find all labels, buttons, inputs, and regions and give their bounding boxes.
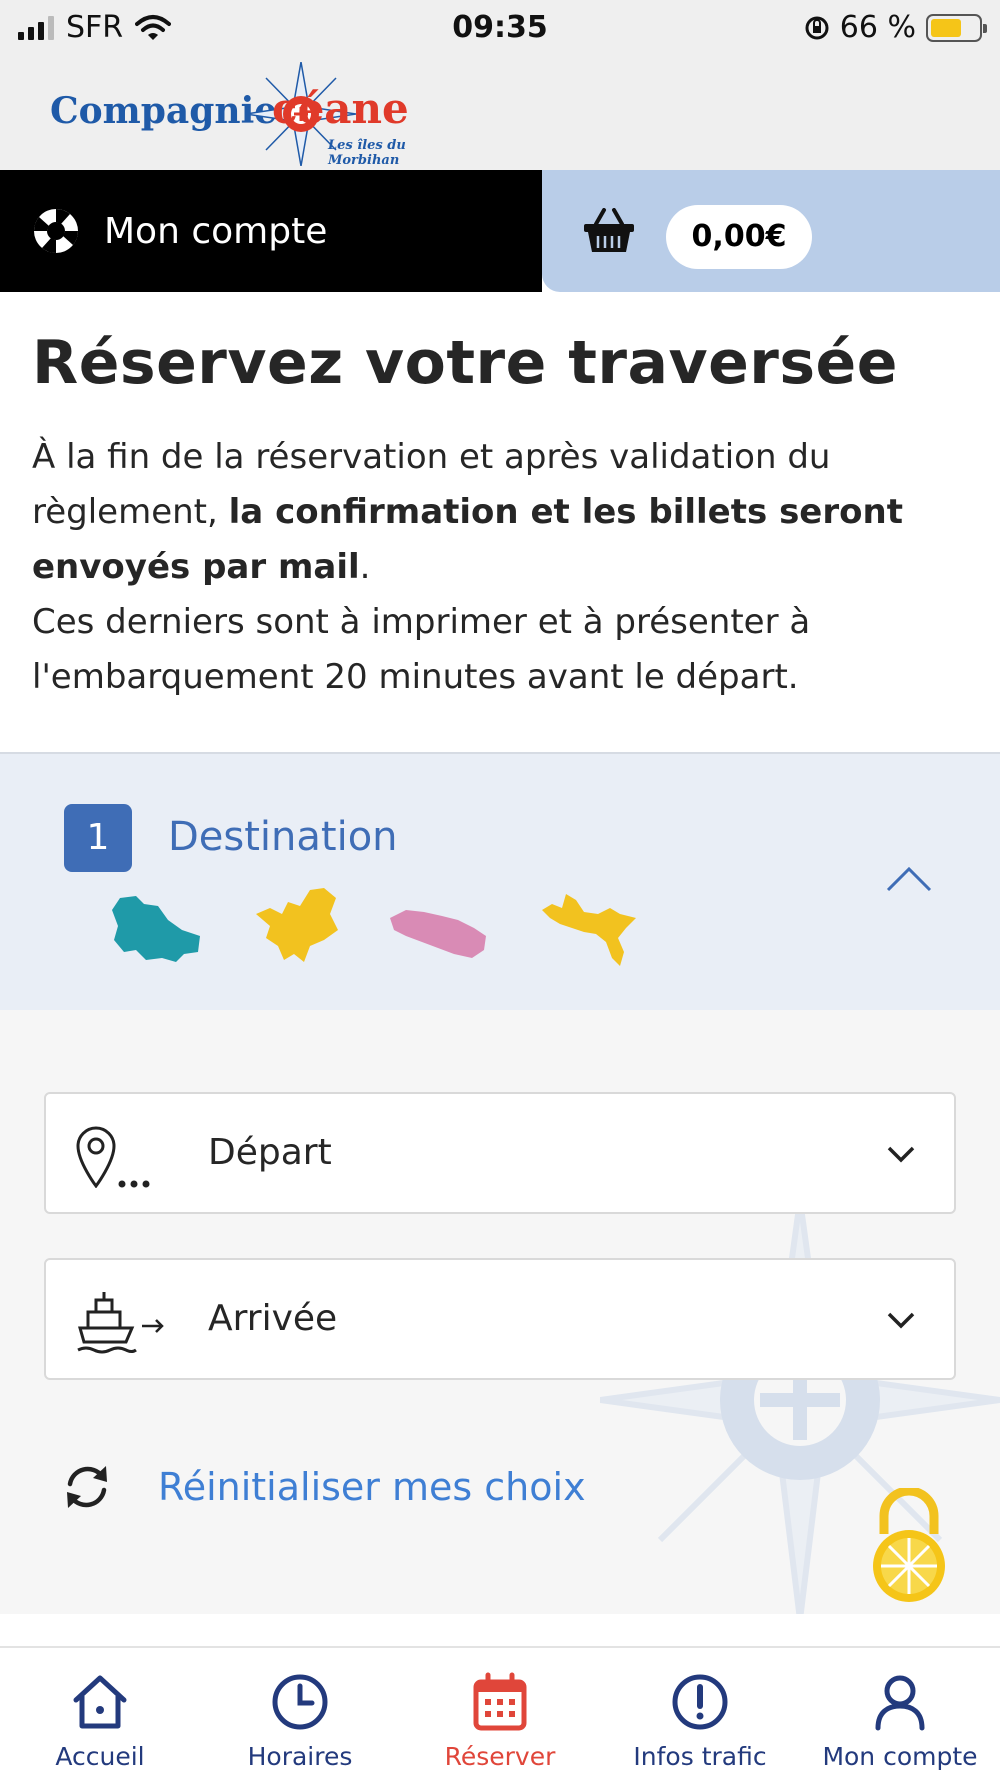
destination-panel[interactable]: 1 Destination	[0, 752, 1000, 1010]
island-houat-icon	[256, 888, 338, 962]
lifebuoy-icon	[33, 208, 79, 254]
chevron-down-icon[interactable]	[886, 1144, 916, 1164]
basket-icon[interactable]	[582, 208, 636, 254]
calendar-icon	[473, 1672, 527, 1731]
chevron-down-icon[interactable]	[886, 1310, 916, 1330]
arrival-label: Arrivée	[208, 1298, 338, 1339]
nav-label-mon-compte: Mon compte	[822, 1742, 978, 1771]
island-hoedic-icon	[390, 910, 486, 958]
page-title: Réservez votre traversée	[32, 328, 898, 398]
nav-label-infos-trafic: Infos trafic	[633, 1742, 767, 1771]
reset-label: Réinitialiser mes choix	[158, 1465, 586, 1509]
battery-percent: 66 %	[839, 10, 916, 45]
intro-part2: .	[359, 547, 371, 587]
account-button[interactable]: Mon compte	[0, 170, 542, 292]
ship-arrow-icon	[77, 1292, 164, 1354]
departure-select[interactable]: Départ	[44, 1092, 956, 1214]
nav-item-reserver[interactable]: Réserver	[400, 1648, 600, 1778]
reset-choices-button[interactable]: Réinitialiser mes choix	[60, 1460, 586, 1514]
status-right: 66 %	[804, 10, 987, 45]
clock-icon	[272, 1674, 328, 1730]
user-icon	[875, 1675, 925, 1731]
refresh-icon	[67, 1466, 107, 1508]
booking-form: Départ Arrivée Réinitialiser mes choix	[0, 1010, 1000, 1614]
island-belle-ile-icon	[112, 896, 200, 962]
secure-lock-badge-icon	[873, 1488, 945, 1602]
location-pin-icon	[76, 1126, 150, 1188]
island-groix-icon	[542, 894, 636, 966]
logo-word-compagnie: Compagnie	[50, 90, 278, 132]
account-bar: Mon compte 0,00€	[0, 170, 1000, 292]
alert-icon	[672, 1674, 728, 1730]
orientation-lock-icon	[805, 16, 829, 39]
battery-icon	[926, 13, 987, 42]
logo-bar: Compagnie céane Les îles du Morbihan	[0, 56, 1000, 170]
nav-item-mon-compte[interactable]: Mon compte	[800, 1648, 1000, 1778]
chevron-up-icon[interactable]	[884, 864, 934, 894]
nav-item-accueil[interactable]: Accueil	[0, 1648, 200, 1778]
logo-word-oceane: céane	[272, 84, 409, 133]
compagnie-oceane-logo[interactable]: Compagnie céane Les îles du Morbihan	[50, 62, 470, 168]
nav-item-infos-trafic[interactable]: Infos trafic	[600, 1648, 800, 1778]
basket-area[interactable]: 0,00€	[542, 170, 1000, 292]
basket-total[interactable]: 0,00€	[666, 205, 812, 269]
departure-label: Départ	[208, 1132, 332, 1173]
nav-label-horaires: Horaires	[247, 1742, 353, 1771]
nav-item-horaires[interactable]: Horaires	[200, 1648, 400, 1778]
intro-part3: Ces derniers sont à imprimer et à présen…	[32, 602, 811, 697]
step-label: Destination	[168, 814, 398, 860]
nav-label-reserver: Réserver	[444, 1742, 556, 1771]
bottom-nav: Accueil Horaires Réserver Infos trafic M…	[0, 1646, 1000, 1778]
step-number-badge: 1	[64, 804, 132, 872]
status-bar: SFR 09:35 66 %	[0, 0, 1000, 56]
intro-text: À la fin de la réservation et après vali…	[32, 430, 972, 705]
home-icon	[73, 1675, 127, 1729]
logo-tagline: Les îles du Morbihan	[328, 138, 406, 168]
arrival-select[interactable]: Arrivée	[44, 1258, 956, 1380]
nav-label-accueil: Accueil	[55, 1742, 145, 1771]
account-label: Mon compte	[104, 210, 328, 252]
